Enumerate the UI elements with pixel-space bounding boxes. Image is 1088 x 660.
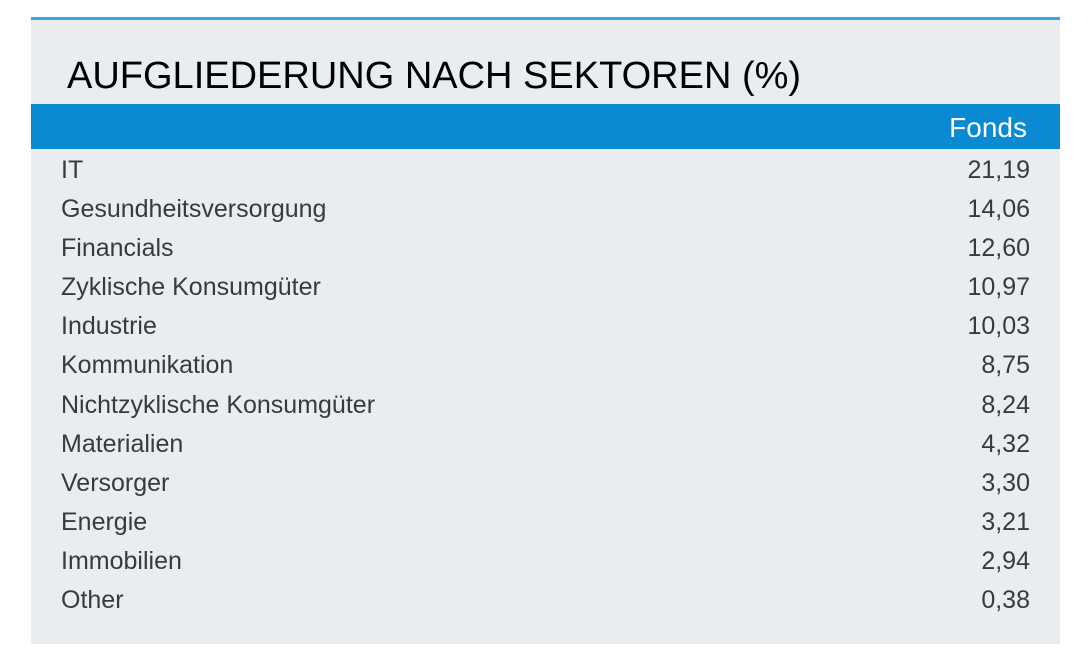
- sector-label: Financials: [61, 234, 174, 263]
- sector-label: Immobilien: [61, 546, 182, 575]
- table-row: Gesundheitsversorgung 14,06: [31, 188, 1060, 227]
- sector-label: Gesundheitsversorgung: [61, 195, 327, 224]
- table-row: Financials 12,60: [31, 227, 1060, 266]
- sector-label: Nichtzyklische Konsumgüter: [61, 390, 376, 419]
- column-header-fonds: Fonds: [949, 112, 1027, 143]
- sector-label: Other: [61, 586, 124, 615]
- table-row: Materialien 4,32: [31, 423, 1060, 462]
- table-row: Zyklische Konsumgüter 10,97: [31, 266, 1060, 305]
- sector-label: Energie: [61, 507, 148, 536]
- sector-label: IT: [61, 156, 84, 184]
- panel-title: AUFGLIEDERUNG NACH SEKTOREN (%): [67, 55, 802, 97]
- sector-label: Industrie: [61, 312, 157, 341]
- table-row: Nichtzyklische Konsumgüter 8,24: [31, 384, 1060, 423]
- sector-value: 3,30: [981, 468, 1030, 497]
- table-row: Other 0,38: [31, 579, 1060, 618]
- sector-label: Materialien: [61, 429, 184, 458]
- table-row: Industrie 10,03: [31, 305, 1060, 344]
- sector-value: 4,32: [981, 429, 1030, 458]
- table-row: IT 21,19: [31, 149, 1060, 188]
- sector-value: 10,97: [967, 273, 1030, 302]
- sector-table: IT 21,19 Gesundheitsversorgung 14,06 Fin…: [31, 149, 1060, 618]
- table-row: Immobilien 2,94: [31, 540, 1060, 579]
- table-row: Kommunikation 8,75: [31, 344, 1060, 383]
- sector-value: 2,94: [981, 546, 1030, 575]
- table-header-bar: Fonds: [31, 104, 1060, 149]
- sector-label: Kommunikation: [61, 351, 234, 380]
- sector-label: Zyklische Konsumgüter: [61, 273, 321, 302]
- sector-label: Versorger: [61, 468, 170, 497]
- sector-value: 8,75: [981, 351, 1030, 380]
- sector-value: 0,38: [981, 586, 1030, 615]
- sector-value: 12,60: [967, 234, 1030, 263]
- sector-value: 10,03: [967, 312, 1030, 341]
- sector-value: 3,21: [981, 507, 1030, 536]
- table-row: Versorger 3,30: [31, 462, 1060, 501]
- sector-breakdown-panel: AUFGLIEDERUNG NACH SEKTOREN (%) Fonds IT…: [31, 17, 1060, 644]
- sector-value: 14,06: [967, 195, 1030, 224]
- sector-value: 21,19: [967, 156, 1030, 184]
- table-row: Energie 3,21: [31, 501, 1060, 540]
- sector-value: 8,24: [981, 390, 1030, 419]
